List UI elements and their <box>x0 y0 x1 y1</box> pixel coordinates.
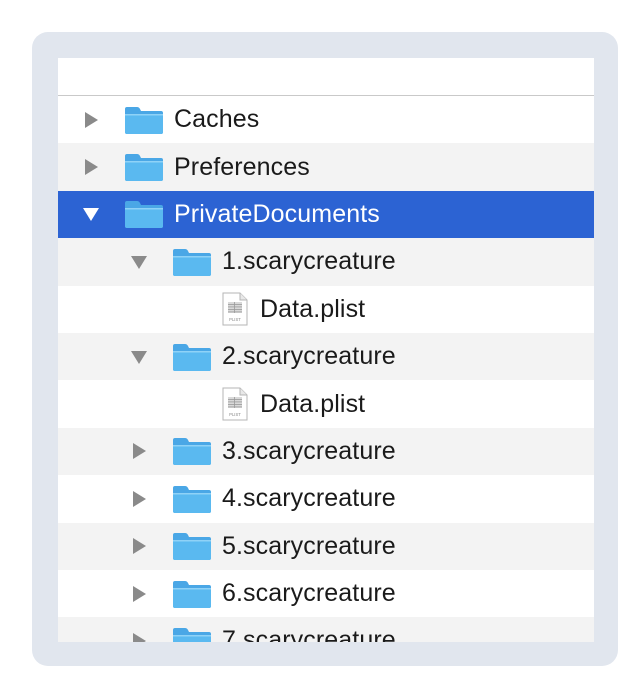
disclosure-collapsed-icon[interactable] <box>80 109 102 131</box>
svg-text:PLIST: PLIST <box>229 412 241 417</box>
tree-item-label: PrivateDocuments <box>174 199 380 228</box>
tree-row-folder[interactable]: PrivateDocuments <box>58 190 594 239</box>
tree-item-label: 7.scarycreature <box>222 626 396 642</box>
tree-item-label: Preferences <box>174 152 310 181</box>
screenshot-frame: Caches Preferences PrivateDocuments 1.scary… <box>32 32 618 666</box>
tree-item-label: Caches <box>174 105 260 134</box>
tree-item-label: 1.scarycreature <box>222 247 396 276</box>
tree-row-folder[interactable]: Preferences <box>58 143 594 191</box>
tree-item-label: 3.scarycreature <box>222 436 396 465</box>
disclosure-collapsed-icon[interactable] <box>128 488 150 510</box>
tree-row-folder[interactable]: 3.scarycreature <box>58 427 594 476</box>
tree-row-file[interactable]: PLIST Data.plist <box>58 380 594 427</box>
folder-icon <box>172 342 212 372</box>
folder-icon <box>172 579 212 609</box>
disclosure-collapsed-icon[interactable] <box>128 535 150 557</box>
tree-item-label: 4.scarycreature <box>222 484 396 513</box>
plist-file-icon: PLIST <box>222 387 248 421</box>
disclosure-collapsed-icon[interactable] <box>80 156 102 178</box>
tree-item-label: 2.scarycreature <box>222 342 396 371</box>
tree-item-label: Data.plist <box>260 389 366 418</box>
folder-icon <box>172 531 212 561</box>
disclosure-expanded-icon[interactable] <box>128 346 150 368</box>
disclosure-expanded-icon[interactable] <box>80 203 102 225</box>
folder-icon <box>124 152 164 182</box>
svg-text:PLIST: PLIST <box>229 317 241 322</box>
file-tree: Caches Preferences PrivateDocuments 1.scary… <box>58 96 594 642</box>
tree-item-label: Data.plist <box>260 294 366 323</box>
tree-row-folder[interactable]: 4.scarycreature <box>58 475 594 522</box>
plist-file-icon: PLIST <box>222 292 248 326</box>
tree-row-file[interactable]: PLIST Data.plist <box>58 286 594 333</box>
tree-row-folder[interactable]: 7.scarycreature <box>58 617 594 642</box>
disclosure-collapsed-icon[interactable] <box>128 630 150 642</box>
tree-row-folder[interactable]: 1.scarycreature <box>58 238 594 286</box>
tree-row-folder[interactable]: Caches <box>58 96 594 143</box>
tree-row-folder[interactable]: 5.scarycreature <box>58 522 594 570</box>
folder-icon <box>124 105 164 135</box>
disclosure-expanded-icon[interactable] <box>128 251 150 273</box>
tree-row-folder[interactable]: 6.scarycreature <box>58 570 594 617</box>
folder-icon <box>172 484 212 514</box>
folder-icon <box>172 247 212 277</box>
disclosure-collapsed-icon[interactable] <box>128 583 150 605</box>
folder-icon <box>172 436 212 466</box>
finder-file-browser: Caches Preferences PrivateDocuments 1.scary… <box>58 58 594 642</box>
folder-icon <box>124 199 164 229</box>
tree-row-folder[interactable]: 2.scarycreature <box>58 332 594 381</box>
folder-icon <box>172 626 212 642</box>
tree-item-label: 6.scarycreature <box>222 579 396 608</box>
disclosure-collapsed-icon[interactable] <box>128 440 150 462</box>
tree-item-label: 5.scarycreature <box>222 531 396 560</box>
